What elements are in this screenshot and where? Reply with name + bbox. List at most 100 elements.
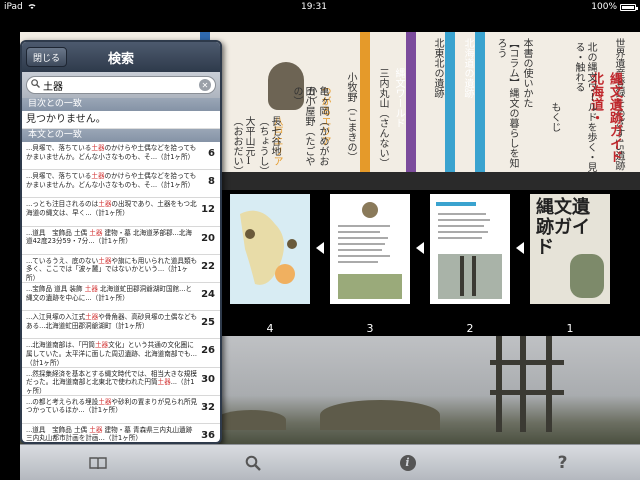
tower-post: [546, 336, 552, 432]
toc-text: 北海道の遺跡: [462, 38, 473, 98]
search-result-row[interactable]: ...宝飾品 道具 装飾 土器 北海道虻田郡洞爺湖町国館...と縄文の遺跡を中心…: [22, 283, 220, 312]
info-glyph: i: [399, 454, 416, 471]
result-highlight: 土器: [85, 313, 99, 322]
toc-text: 小牧野（こまきの）: [345, 72, 356, 162]
pit-house: [216, 410, 286, 430]
result-highlight: 土器: [91, 144, 105, 152]
search-panel: 閉じる 検索 ✕ 目次との一致 見つかりません。 本文との一致 ...貝塚で、落…: [20, 40, 222, 444]
help-glyph: ?: [557, 452, 568, 473]
result-page-number: 32: [201, 401, 215, 413]
color-band: [475, 32, 485, 172]
result-snippet-pre: ...ているうえ、底のない: [26, 256, 99, 265]
result-snippet-pre: ...宝飾品 道具 装飾: [26, 284, 85, 293]
dogu-cover-image: [570, 254, 604, 298]
search-box[interactable]: ✕: [26, 76, 216, 94]
search-result-row[interactable]: ...貝塚で、落ちている土器のかけらや土偶などを拾ってもかまいませんか。どんな小…: [22, 170, 220, 199]
toc-text: 三内丸山（さんない）: [377, 68, 388, 168]
toc-match-header: 目次との一致: [22, 98, 220, 111]
result-page-number: 12: [201, 204, 215, 216]
result-snippet-pre: ...道具 宝飾品 土偶: [26, 228, 90, 237]
close-button[interactable]: 閉じる: [26, 47, 68, 67]
toc-text: 北の縄文ワールドを歩く・見る・触れる: [573, 42, 596, 172]
toc-text: 田小屋野（たごやの）: [291, 86, 314, 166]
search-result-row[interactable]: ...入江貝塚の入江式土器や骨角器、高砂貝塚の土偶などもある...北海道虻田郡洞…: [22, 311, 220, 340]
clock: 19:31: [301, 2, 327, 12]
toc-text: 本書の使いかた: [521, 38, 532, 108]
page-thumbnail-2[interactable]: [430, 194, 510, 304]
toc-text: 縄文ワールド: [393, 68, 404, 128]
battery-icon: [620, 3, 638, 11]
result-snippet-pre: ...入江貝塚の入江式: [26, 313, 86, 322]
result-snippet-pre: ...北海道南部は、「円筒: [26, 341, 95, 350]
result-page-number: 20: [201, 232, 215, 244]
cover-title: 縄文遺跡ガイド: [536, 197, 590, 258]
search-result-row[interactable]: ...然採集経済を基本とする縄文時代では、相当大きな規模だった。北海道南部と北東…: [22, 368, 220, 396]
result-snippet-pre: ...道具 宝飾品 土偶: [26, 425, 90, 434]
result-highlight: 土器: [157, 378, 171, 387]
toc-text: 北東北の遺跡: [432, 38, 443, 98]
search-result-row[interactable]: ...北海道南部は、「円筒土器文化」という共通の文化圏に属していた。太平洋に面し…: [22, 339, 220, 368]
search-result-row[interactable]: ...ているうえ、底のない土器や旗にも用いられた道具類も多く、ここでは「波ヶ麓」…: [22, 255, 220, 283]
page-thumbnail-3[interactable]: [330, 194, 410, 304]
result-highlight: 土器: [84, 284, 98, 293]
book-reader[interactable]: 世界遺産登録をめざす15遺跡 縄文遺跡ガイド 北海道・ 北の縄文ワールドを歩く・…: [20, 14, 640, 444]
battery-percent: 100%: [591, 2, 617, 12]
search-icon: [31, 79, 40, 91]
wifi-icon: [27, 2, 37, 13]
result-snippet-pre: ...の都と考えられる埋設: [26, 397, 99, 406]
tower-post: [520, 336, 526, 432]
result-page-number: 30: [201, 373, 215, 385]
result-highlight: 土器: [98, 200, 112, 209]
result-highlight: 土器: [98, 397, 112, 406]
page-arrow-icon: [416, 242, 424, 254]
info-icon[interactable]: i: [388, 449, 428, 477]
search-bar: ✕: [22, 72, 220, 98]
page-number-label: 1: [566, 322, 574, 335]
result-page-number: 25: [201, 317, 215, 329]
color-band: [360, 32, 370, 172]
result-page-number: 6: [208, 148, 215, 159]
pit-house: [320, 400, 440, 430]
search-result-row[interactable]: ...道具 宝飾品 土偶 土器 建物・墓 青森県三内丸山遺跡 三内丸山都市計画を…: [22, 424, 220, 442]
search-icon[interactable]: [233, 449, 273, 477]
result-page-number: 26: [201, 345, 215, 357]
result-highlight: 土器: [91, 172, 105, 181]
tower-post: [496, 336, 502, 432]
color-band: [406, 32, 416, 172]
result-page-number: 22: [201, 260, 215, 272]
search-panel-header: 閉じる 検索: [22, 42, 220, 72]
toc-text: 大平山元Ⅰ（おおだい）: [231, 116, 254, 176]
result-page-number: 24: [201, 288, 215, 300]
book-icon[interactable]: [78, 449, 118, 477]
page-arrow-icon: [516, 242, 524, 254]
toc-text: 【コラム】縄文の暮らしを知ろう: [495, 38, 518, 168]
result-snippet-pre: ...貝塚で、落ちている: [26, 144, 92, 152]
toc-no-results: 見つかりません。: [22, 111, 220, 129]
result-highlight: 土器: [98, 256, 112, 265]
tower-beam: [490, 390, 564, 395]
body-match-header: 本文との一致: [22, 129, 220, 142]
search-result-row[interactable]: ...っとも注目されるのは土器の出現であり、土器をもつ北海道の縄文は、早く...…: [22, 198, 220, 227]
page-number-label: 3: [366, 322, 374, 335]
tower-beam: [490, 360, 564, 365]
page-number-label: 2: [466, 322, 474, 335]
toc-text: もくじ: [549, 102, 560, 132]
page-number-label: 4: [266, 322, 274, 335]
page-thumbnail-1[interactable]: 縄文遺跡ガイド: [530, 194, 610, 304]
result-snippet-pre: ...貝塚で、落ちている: [26, 172, 92, 181]
result-page-number: 36: [201, 429, 215, 441]
color-band: [445, 32, 455, 172]
search-result-row[interactable]: ...道具 宝飾品 土偶 土器 建物・墓 北海道茅部郡...北海道42度23分5…: [22, 227, 220, 255]
search-input[interactable]: [43, 79, 196, 91]
result-page-number: 8: [208, 176, 215, 188]
help-icon[interactable]: ?: [543, 449, 583, 477]
toc-text: 長七谷地（ちょうし）: [257, 116, 280, 176]
search-result-row[interactable]: ...貝塚で、落ちている土器のかけらや土偶などを拾ってもかまいませんか。どんな小…: [22, 142, 220, 171]
result-highlight: 土器: [89, 425, 103, 434]
result-snippet-pre: ...っとも注目されるのは: [26, 200, 99, 209]
search-result-row[interactable]: ...の都と考えられる埋設土器や砂利の置まりが見られ所見つかっているほか...（…: [22, 396, 220, 424]
device-label: iPad: [4, 2, 23, 12]
page-arrow-icon: [316, 242, 324, 254]
page-thumbnail-4[interactable]: [230, 194, 310, 304]
clear-search-icon[interactable]: ✕: [199, 79, 211, 91]
